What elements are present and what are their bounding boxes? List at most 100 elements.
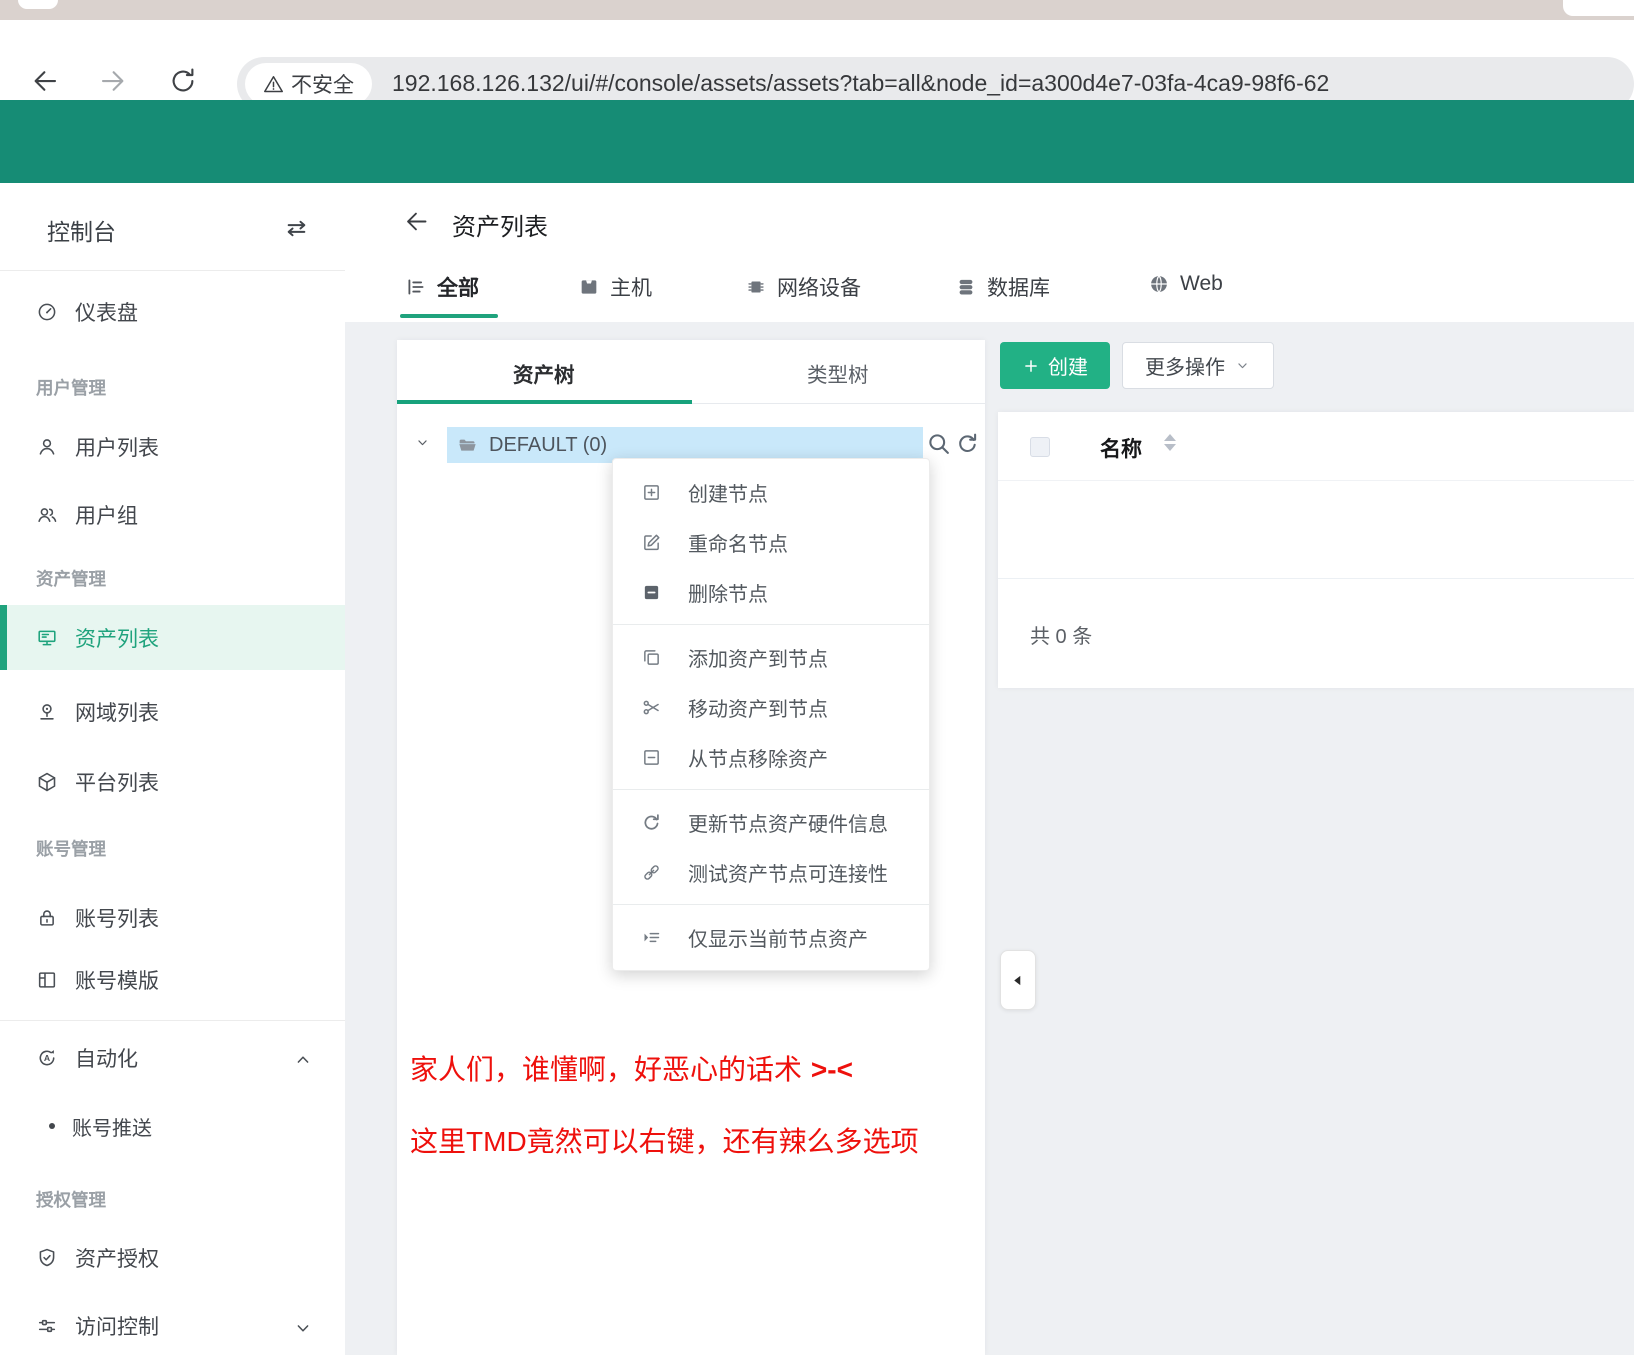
sliders-icon xyxy=(36,1315,58,1337)
tab-database[interactable]: 数据库 xyxy=(955,272,1050,302)
back-icon[interactable] xyxy=(30,66,60,96)
globe-icon xyxy=(1148,273,1170,295)
menu-item-delete-node[interactable]: 删除节点 xyxy=(613,567,929,617)
sidebar-item-asset-list[interactable]: 资产列表 xyxy=(0,605,345,670)
annotation-line-1: 家人们，谁懂啊，好恶心的话术 >-< xyxy=(410,1048,853,1088)
sidebar-item-dashboard[interactable]: 仪表盘 xyxy=(0,280,345,344)
create-button[interactable]: 创建 xyxy=(1000,342,1110,389)
bullet-icon xyxy=(49,1123,55,1129)
app-header: JumpServer xyxy=(0,100,1634,183)
chevron-up-icon xyxy=(292,1049,314,1071)
security-label: 不安全 xyxy=(291,69,354,99)
sidebar-item-automation[interactable]: 自动化 xyxy=(0,1026,345,1090)
asset-table-panel xyxy=(998,412,1634,688)
link-icon xyxy=(641,862,662,883)
reload-icon[interactable] xyxy=(168,66,198,96)
tree-active-tab-underline xyxy=(397,400,692,404)
chip-icon xyxy=(745,276,767,298)
sidebar-item-user-groups[interactable]: 用户组 xyxy=(0,483,345,547)
monitor-icon xyxy=(36,627,58,649)
lock-icon xyxy=(36,907,58,929)
menu-item-remove-assets-from-node[interactable]: 从节点移除资产 xyxy=(613,732,929,782)
tab-network-device[interactable]: 网络设备 xyxy=(745,272,861,302)
sidebar-item-asset-perms[interactable]: 资产授权 xyxy=(0,1226,345,1290)
menu-item-add-assets-to-node[interactable]: 添加资产到节点 xyxy=(613,632,929,682)
sidebar-section-users: 用户管理 xyxy=(36,375,106,400)
tab-host[interactable]: 主机 xyxy=(578,272,652,302)
more-actions-button[interactable]: 更多操作 xyxy=(1122,342,1274,389)
tab-all[interactable]: 全部 xyxy=(405,272,479,302)
tree-expand-chevron-icon[interactable] xyxy=(414,434,431,451)
menu-item-test-connectivity[interactable]: 测试资产节点可连接性 xyxy=(613,847,929,897)
users-icon xyxy=(36,504,58,526)
active-tab-underline xyxy=(400,314,498,318)
database-icon xyxy=(955,276,977,298)
tree-refresh-icon[interactable] xyxy=(955,431,980,456)
template-icon xyxy=(36,969,58,991)
menu-divider xyxy=(613,624,929,625)
menu-item-create-node[interactable]: 创建节点 xyxy=(613,467,929,517)
sidebar-item-domain-list[interactable]: 网域列表 xyxy=(0,680,345,744)
switch-view-icon[interactable] xyxy=(283,215,310,242)
tree-node-label: DEFAULT (0) xyxy=(489,434,607,457)
sidebar-section-accounts: 账号管理 xyxy=(36,836,106,861)
table-total-count: 共 0 条 xyxy=(1030,620,1092,649)
user-icon xyxy=(36,436,58,458)
minus-square-filled-icon xyxy=(641,582,662,603)
menu-item-show-current-node-assets[interactable]: 仅显示当前节点资产 xyxy=(613,912,929,962)
browser-tab-strip xyxy=(0,0,1634,20)
sidebar-item-platform-list[interactable]: 平台列表 xyxy=(0,750,345,814)
sidebar-divider xyxy=(0,1020,345,1021)
tab-asset-tree[interactable]: 资产树 xyxy=(513,358,575,388)
automation-icon xyxy=(36,1047,58,1069)
folder-open-icon xyxy=(457,435,478,456)
tree-search-icon[interactable] xyxy=(926,431,951,456)
sidebar-divider xyxy=(0,270,345,271)
url-text[interactable]: 192.168.126.132/ui/#/console/assets/asse… xyxy=(392,70,1329,97)
menu-item-update-hardware-info[interactable]: 更新节点资产硬件信息 xyxy=(613,797,929,847)
security-chip[interactable]: 不安全 xyxy=(245,63,372,105)
sidebar-section-assets: 资产管理 xyxy=(36,566,106,591)
filter-list-icon xyxy=(641,927,662,948)
copy-icon xyxy=(641,647,662,668)
sidebar-section-perms: 授权管理 xyxy=(36,1187,106,1212)
browser-tab[interactable] xyxy=(18,0,58,9)
tab-web[interactable]: Web xyxy=(1148,272,1223,296)
menu-item-rename-node[interactable]: 重命名节点 xyxy=(613,517,929,567)
shield-check-icon xyxy=(36,1247,58,1269)
plus-icon xyxy=(1022,357,1040,375)
sidebar-item-user-list[interactable]: 用户列表 xyxy=(0,415,345,479)
tree-context-menu: 创建节点 重命名节点 删除节点 添加资产到节点 移动资产到节点 从节点移除资产 … xyxy=(612,458,930,971)
edit-icon xyxy=(641,532,662,553)
table-header-divider xyxy=(998,480,1634,481)
sort-caret-icon[interactable] xyxy=(1164,434,1176,451)
sidebar-item-account-push[interactable]: 账号推送 xyxy=(0,1094,345,1158)
menu-item-move-assets-to-node[interactable]: 移动资产到节点 xyxy=(613,682,929,732)
browser-toolbar: 不安全 192.168.126.132/ui/#/console/assets/… xyxy=(0,20,1634,100)
select-all-checkbox[interactable] xyxy=(1030,437,1050,457)
cube-icon xyxy=(36,771,58,793)
screen: 不安全 192.168.126.132/ui/#/console/assets/… xyxy=(0,0,1634,1355)
column-header-name[interactable]: 名称 xyxy=(1100,433,1142,463)
page-title: 资产列表 xyxy=(452,207,548,242)
menu-divider xyxy=(613,789,929,790)
scissors-icon xyxy=(641,697,662,718)
table-row-divider xyxy=(998,578,1634,579)
forward-icon[interactable] xyxy=(98,66,128,96)
list-icon xyxy=(405,276,427,298)
browser-tab-right[interactable] xyxy=(1563,0,1634,16)
chevron-down-icon xyxy=(292,1317,314,1339)
sidebar-item-access-control[interactable]: 访问控制 xyxy=(0,1294,345,1355)
refresh-icon xyxy=(641,812,662,833)
triangle-left-icon xyxy=(1010,972,1027,989)
host-box-icon xyxy=(578,276,600,298)
sidebar-item-account-list[interactable]: 账号列表 xyxy=(0,886,345,950)
sidebar-item-account-template[interactable]: 账号模版 xyxy=(0,948,345,1012)
tree-collapse-handle[interactable] xyxy=(1000,950,1036,1010)
page-back-icon[interactable] xyxy=(403,208,430,235)
plus-square-icon xyxy=(641,482,662,503)
tab-type-tree[interactable]: 类型树 xyxy=(807,358,869,388)
minus-square-icon xyxy=(641,747,662,768)
sidebar-active-bar xyxy=(0,605,7,670)
menu-divider xyxy=(613,904,929,905)
